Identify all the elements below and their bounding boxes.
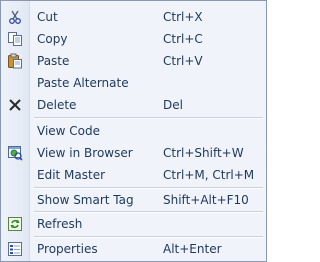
browser-icon (7, 145, 23, 161)
menu-item-shortcut: Del (163, 98, 183, 112)
menu-item-cut[interactable]: Cut Ctrl+X (1, 6, 266, 28)
menu-item-paste[interactable]: Paste Ctrl+V (1, 50, 266, 72)
menu-item-label: Delete (37, 98, 77, 112)
properties-icon (7, 241, 23, 257)
menu-item-shortcut: Ctrl+M, Ctrl+M (163, 168, 255, 182)
menu-item-label: Show Smart Tag (37, 193, 134, 207)
menu-item-paste-alternate[interactable]: Paste Alternate (1, 72, 266, 94)
menu-item-label: Copy (37, 32, 68, 46)
menu-item-properties[interactable]: Properties Alt+Enter (1, 238, 266, 260)
refresh-icon (7, 216, 23, 232)
menu-item-label: View Code (37, 124, 101, 138)
menu-item-label: View in Browser (37, 146, 133, 160)
copy-icon (7, 31, 23, 47)
menu-item-shortcut: Ctrl+Shift+W (163, 146, 244, 160)
menu-item-label: Paste Alternate (37, 76, 129, 90)
menu-item-refresh[interactable]: Refresh (1, 213, 266, 235)
menu-item-label: Edit Master (37, 168, 106, 182)
scissors-icon (7, 9, 23, 25)
menu-item-label: Properties (37, 242, 98, 256)
menu-item-delete[interactable]: Delete Del (1, 94, 266, 116)
menu-item-shortcut: Ctrl+C (163, 32, 203, 46)
menu-item-show-smart-tag[interactable]: Show Smart Tag Shift+Alt+F10 (1, 189, 266, 211)
menu-item-copy[interactable]: Copy Ctrl+C (1, 28, 266, 50)
menu-item-view-code[interactable]: View Code (1, 120, 266, 142)
menu-item-label: Cut (37, 10, 58, 24)
menu-item-label: Paste (37, 54, 70, 68)
delete-x-icon (7, 97, 23, 113)
menu-separator (34, 117, 263, 119)
clipboard-icon (7, 53, 23, 69)
menu-item-shortcut: Shift+Alt+F10 (163, 193, 249, 207)
menu-item-label: Refresh (37, 217, 83, 231)
menu-item-shortcut: Ctrl+X (163, 10, 203, 24)
menu-item-shortcut: Alt+Enter (163, 242, 222, 256)
menu-item-view-in-browser[interactable]: View in Browser Ctrl+Shift+W (1, 142, 266, 164)
menu-item-edit-master[interactable]: Edit Master Ctrl+M, Ctrl+M (1, 164, 266, 186)
context-menu: Cut Ctrl+X Copy Ctrl+C Paste Ctrl+V Past… (0, 0, 267, 262)
menu-item-shortcut: Ctrl+V (163, 54, 203, 68)
